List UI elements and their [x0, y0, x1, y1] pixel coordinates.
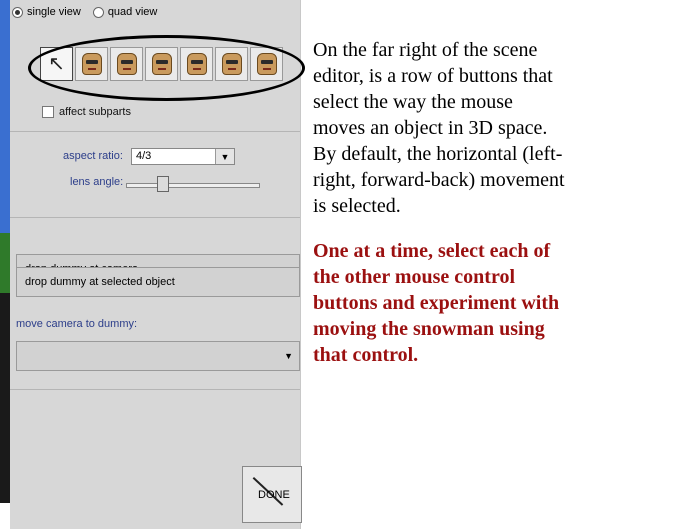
instruction-line: editor, is a row of buttons that	[313, 65, 553, 87]
affect-subparts-label: affect subparts	[59, 106, 131, 118]
done-button[interactable]: DONE	[242, 466, 302, 523]
highlight-oval	[28, 35, 305, 101]
instruction-line: moves an object in 3D space.	[313, 117, 548, 139]
scene-view-edge-dark	[0, 293, 10, 503]
move-camera-label: move camera to dummy:	[16, 318, 138, 330]
done-label: DONE	[258, 489, 290, 501]
task-line: moving the snowman using	[313, 318, 545, 340]
aspect-ratio-value: 4/3	[136, 150, 152, 162]
divider	[10, 389, 300, 390]
aspect-ratio-label: aspect ratio:	[63, 150, 123, 162]
aspect-ratio-select[interactable]: 4/3 ▼	[131, 148, 235, 165]
scene-view-edge-ground	[0, 233, 10, 293]
drop-dummy-at-selected-object-label: drop dummy at selected object	[25, 276, 175, 288]
task-line: buttons and experiment with	[313, 292, 560, 314]
single-view-radio[interactable]	[12, 6, 23, 18]
view-options: single view quad view	[12, 4, 169, 20]
task-line: that control.	[313, 344, 419, 366]
quad-view-label: quad view	[107, 6, 158, 18]
task-line: One at a time, select each of	[313, 240, 551, 262]
instruction-text: On the far right of the scene editor, is…	[313, 37, 676, 368]
instruction-line: select the way the mouse	[313, 91, 513, 113]
drop-dummy-at-selected-object-button[interactable]: drop dummy at selected object	[16, 267, 300, 297]
task-paragraph: One at a time, select each of the other …	[313, 238, 676, 368]
chevron-down-icon[interactable]: ▼	[284, 351, 293, 361]
instruction-line: is selected.	[313, 195, 401, 217]
instruction-paragraph: On the far right of the scene editor, is…	[313, 37, 676, 219]
quad-view-radio[interactable]	[92, 6, 104, 18]
affect-subparts-option[interactable]: affect subparts	[42, 106, 131, 118]
instruction-line: By default, the horizontal (left-	[313, 143, 563, 165]
single-view-label: single view	[27, 6, 81, 18]
divider	[10, 131, 300, 132]
affect-subparts-checkbox[interactable]	[42, 106, 54, 118]
instruction-line: On the far right of the scene	[313, 39, 538, 61]
task-line: the other mouse control	[313, 266, 516, 288]
scene-editor-panel: single view quad view ↖ affect subparts …	[10, 0, 305, 529]
lens-angle-label: lens angle:	[70, 176, 124, 188]
move-camera-to-dummy-select[interactable]: ▼	[16, 341, 300, 371]
lens-angle-slider[interactable]	[126, 183, 260, 188]
chevron-down-icon[interactable]: ▼	[215, 149, 234, 164]
instruction-line: right, forward-back) movement	[313, 169, 565, 191]
divider	[10, 217, 300, 218]
lens-angle-slider-thumb[interactable]	[157, 176, 169, 192]
scene-view-edge	[0, 0, 10, 233]
